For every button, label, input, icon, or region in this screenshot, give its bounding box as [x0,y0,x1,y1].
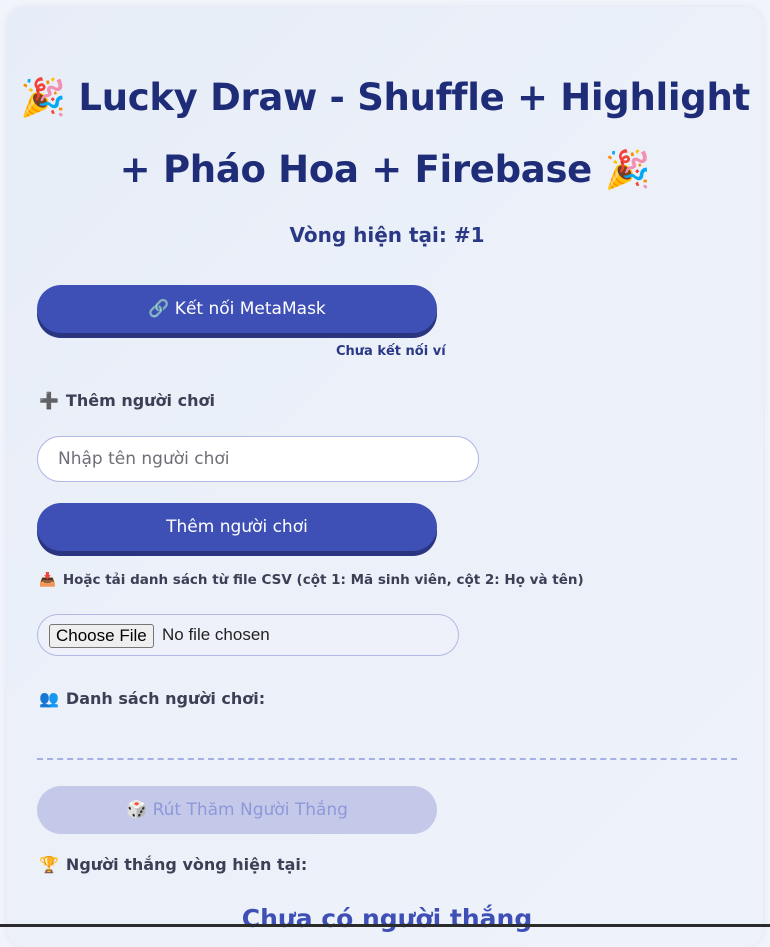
csv-upload-heading: 📥 Hoặc tải danh sách từ file CSV (cột 1: … [39,569,584,591]
page-title-line-1: 🎉 Lucky Draw - Shuffle + Highlight [20,76,750,119]
page-title-line-2: + Pháo Hoa + Firebase 🎉 [119,148,651,191]
player-list-heading-label: Danh sách người chơi: [65,689,266,708]
csv-file-input[interactable]: Choose File No file chosen [37,614,459,656]
winner-display: Chưa có người thắng [241,904,533,933]
csv-upload-heading-label: Hoặc tải danh sách từ file CSV (cột 1: M… [62,572,584,588]
choose-file-button[interactable]: Choose File [49,624,154,648]
trophy-icon: 🏆 [39,855,59,874]
page-title: 🎉 Lucky Draw - Shuffle + Highlight + Phá… [0,62,770,206]
people-icon: 👥 [39,689,59,708]
winner-heading: 🏆 Người thắng vòng hiện tại: [39,854,307,876]
add-player-button[interactable]: Thêm người chơi [37,503,437,551]
add-player-heading: ➕ Thêm người chơi [39,390,215,412]
plus-icon: ➕ [39,391,59,410]
player-list-heading: 👥 Danh sách người chơi: [39,688,265,710]
add-player-heading-label: Thêm người chơi [65,391,215,410]
draw-winner-button[interactable]: 🎲 Rút Thăm Người Thắng [37,786,437,834]
player-name-input[interactable] [37,436,479,482]
file-status: No file chosen [162,625,270,644]
player-list-divider [37,758,737,760]
inbox-tray-icon: 📥 [39,572,56,588]
connect-metamask-button[interactable]: 🔗 Kết nối MetaMask [37,285,437,333]
wallet-status: Chưa kết nối ví [336,344,446,359]
winner-heading-label: Người thắng vòng hiện tại: [65,855,308,874]
current-round: Vòng hiện tại: #1 [289,223,485,247]
